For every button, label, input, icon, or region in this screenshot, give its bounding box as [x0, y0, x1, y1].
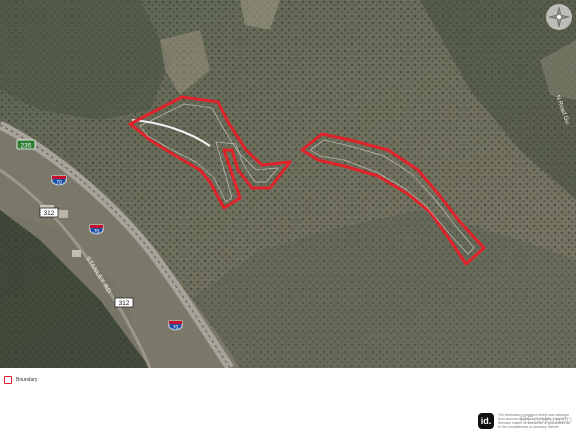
hwy-235-label: 235 [21, 143, 32, 150]
map-footer: Boundary id. The information contained h… [0, 368, 576, 432]
map-view[interactable]: 235 70 312 70 STANLEY RD 312 70 N Road G… [0, 0, 576, 368]
hwy-312-shield-b: 312 [114, 297, 134, 308]
building-2 [58, 210, 68, 218]
hwy-312-shield-a: 312 [39, 207, 59, 218]
compass-icon[interactable] [546, 4, 572, 30]
satellite-map: 235 70 312 70 STANLEY RD 312 70 N Road G… [0, 0, 576, 368]
boundary-swatch-icon [4, 376, 12, 384]
landid-logo: id. [478, 413, 494, 429]
compass-rose-icon [548, 6, 570, 28]
i70-label-a: 70 [56, 180, 62, 186]
hwy-312-label-b: 312 [119, 300, 130, 307]
hwy-235-shield: 235 [16, 139, 36, 150]
i70-label-b: 70 [94, 229, 100, 235]
legend: Boundary [4, 376, 37, 384]
watermark-text: REcolorado [519, 415, 572, 426]
hwy-312-label-a: 312 [44, 210, 55, 217]
legend-label-boundary: Boundary [16, 377, 38, 383]
building-3 [72, 250, 81, 257]
i70-label-c: 70 [173, 325, 179, 331]
ridge-shadow-west [0, 0, 170, 120]
